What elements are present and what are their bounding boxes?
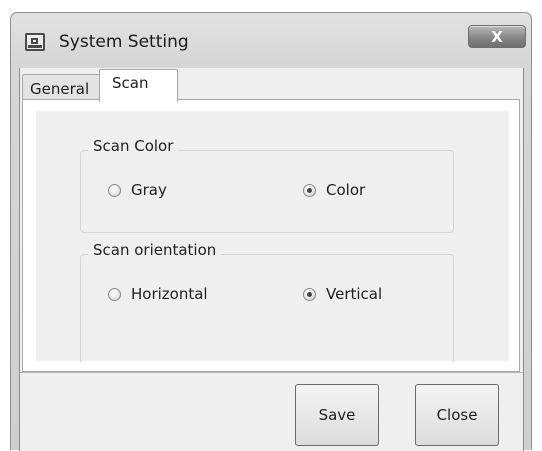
footer-divider [20,372,523,373]
radio-gray[interactable]: Gray [108,181,167,199]
radio-horizontal-circle[interactable] [108,287,121,301]
radio-color-label: Color [326,181,366,199]
scan-color-group: Scan Color Gray Color [80,137,454,233]
system-setting-window: System Setting X General Scan Scan Color… [10,12,532,451]
radio-gray-circle[interactable] [108,183,121,197]
radio-color[interactable]: Color [303,181,365,199]
title-bar[interactable]: System Setting X [11,13,531,57]
close-button[interactable]: Close [415,384,499,446]
window-title: System Setting [59,32,189,52]
radio-horizontal[interactable]: Horizontal [108,285,208,303]
app-icon [25,33,45,51]
radio-gray-label: Gray [131,181,167,199]
dialog-body: General Scan Scan Color Gray Color Scan … [19,68,524,451]
radio-vertical[interactable]: Vertical [303,285,382,303]
scan-color-legend: Scan Color [88,137,179,155]
radio-vertical-circle[interactable] [303,287,316,301]
window-close-button[interactable]: X [468,25,526,48]
scan-orientation-legend: Scan orientation [88,241,222,259]
radio-color-circle[interactable] [303,183,316,197]
scan-tab-panel: Scan Color Gray Color Scan orientation H… [22,99,520,372]
tab-general[interactable]: General [22,74,101,99]
tab-scan[interactable]: Scan [99,69,178,102]
radio-vertical-label: Vertical [326,285,383,303]
radio-horizontal-label: Horizontal [131,285,208,303]
save-button[interactable]: Save [295,384,379,446]
scan-orientation-group: Scan orientation Horizontal Vertical [80,241,454,364]
